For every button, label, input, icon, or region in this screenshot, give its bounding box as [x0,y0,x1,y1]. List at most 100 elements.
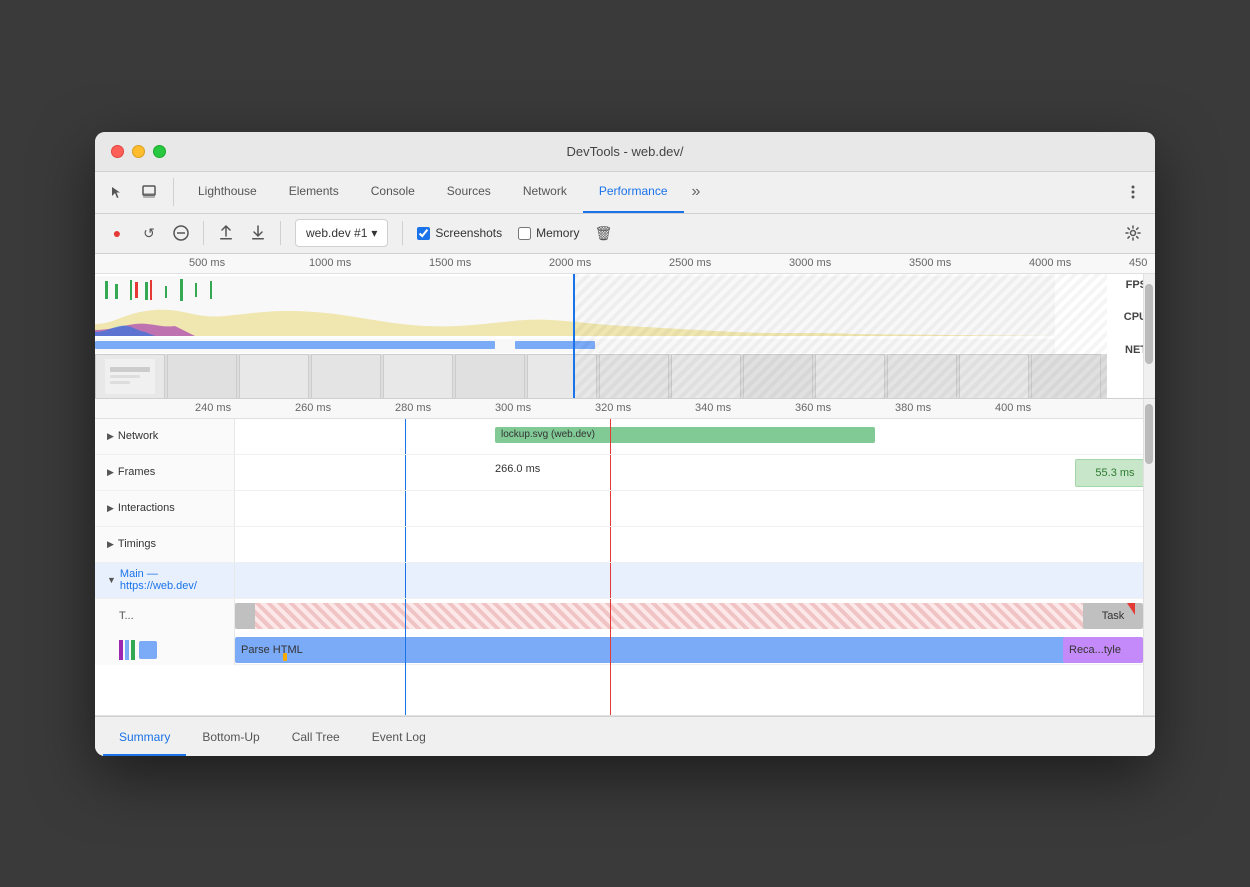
parse-html-content: Parse HTML Reca...tyle [235,633,1155,667]
clear-button[interactable] [167,219,195,247]
ruler-tick-3500: 3500 ms [905,254,951,273]
ruler-tick-500: 500 ms [185,254,225,273]
url-selector[interactable]: web.dev #1 ▾ [295,219,388,247]
flamechart-area: T... Task [95,599,1155,665]
separator-1 [203,221,204,245]
upload-button[interactable] [212,219,240,247]
frames-track-label[interactable]: ▶ Frames [95,455,235,490]
red-cursor-line [610,419,611,454]
frames-duration: 266.0 ms [495,463,540,475]
screenshots-strip [95,354,1107,399]
red-cursor-interactions [610,491,611,526]
detail-timeline: 240 ms 260 ms 280 ms 300 ms 320 ms 340 m… [95,399,1155,716]
detail-ruler: 240 ms 260 ms 280 ms 300 ms 320 ms 340 m… [95,399,1155,419]
settings-button[interactable] [1119,219,1147,247]
bottom-tabs: Summary Bottom-Up Call Tree Event Log [95,716,1155,756]
recalculate-style-bar[interactable]: Reca...tyle [1063,637,1143,663]
task-warning-triangle [1127,603,1135,615]
tab-elements[interactable]: Elements [273,172,355,213]
color-bar-blue [125,640,129,660]
tick-360: 360 ms [795,402,831,414]
controls-bar: ● ↺ web.dev #1 ▾ [95,214,1155,254]
detail-scrollbar[interactable] [1143,399,1155,715]
memory-checkbox-item[interactable]: Memory [518,226,579,240]
tab-lighthouse[interactable]: Lighthouse [182,172,273,213]
download-button[interactable] [244,219,272,247]
timeline-ruler: 500 ms 1000 ms 1500 ms 2000 ms 2500 ms 3… [95,254,1155,274]
tab-console[interactable]: Console [355,172,431,213]
frames-track-content: 266.0 ms 55.3 ms [235,455,1155,490]
blue-cursor-empty [405,665,406,715]
memory-checkbox[interactable] [518,227,531,240]
interactions-expand-icon[interactable]: ▶ [107,503,114,514]
dock-icon[interactable] [135,178,163,206]
cpu-chart [95,304,1055,336]
timings-track-content [235,527,1155,562]
blue-cursor-task [405,599,406,633]
network-track-content: lockup.svg (web.dev) [235,419,1155,454]
tick-400: 400 ms [995,402,1031,414]
color-bar-purple [119,640,123,660]
ruler-tick-1500: 1500 ms [425,254,471,273]
more-tabs-button[interactable]: » [684,183,709,201]
screenshots-checkbox-item[interactable]: Screenshots [417,226,502,240]
interactions-track-label[interactable]: ▶ Interactions [95,491,235,526]
record-button[interactable]: ● [103,219,131,247]
blue-cursor-interactions [405,491,406,526]
reload-button[interactable]: ↺ [135,219,163,247]
parse-html-bar[interactable]: Parse HTML [235,637,1095,663]
frames-expand-icon[interactable]: ▶ [107,467,114,478]
ruler-tick-2500: 2500 ms [665,254,711,273]
separator-2 [280,221,281,245]
main-thread-track: ▼ Main — https://web.dev/ [95,563,1155,599]
ruler-tick-2000: 2000 ms [545,254,591,273]
timings-expand-icon[interactable]: ▶ [107,539,114,550]
network-track-label[interactable]: ▶ Network [95,419,235,454]
task-row: T... Task [95,599,1155,633]
red-cursor-task [610,599,611,633]
parse-html-icon [139,641,157,659]
blue-cursor-main [405,563,406,598]
frames-track: ▶ Frames 266.0 ms 55.3 ms [95,455,1155,491]
devtools-window: DevTools - web.dev/ Lighthouse Elements [95,132,1155,756]
close-button[interactable] [111,145,124,158]
delete-recording-button[interactable]: 🗑 [589,219,617,247]
network-expand-icon[interactable]: ▶ [107,431,114,442]
scrollbar-thumb[interactable] [1145,284,1153,364]
timeline-overview[interactable]: 500 ms 1000 ms 1500 ms 2000 ms 2500 ms 3… [95,254,1155,399]
blue-cursor-timings [405,527,406,562]
overview-scrollbar[interactable] [1143,274,1155,398]
main-thread-expand-icon[interactable]: ▼ [107,575,116,585]
detail-scrollbar-thumb[interactable] [1145,404,1153,464]
dropdown-arrow-icon: ▾ [371,226,377,240]
color-bar-green [131,640,135,660]
cursor-icon[interactable] [103,178,131,206]
blue-cursor-parse [405,633,406,667]
tick-240: 240 ms [195,402,231,414]
task-bar-main[interactable] [235,603,1105,629]
screenshots-checkbox[interactable] [417,227,430,240]
blue-cursor-frames [405,455,406,490]
toolbar-icons [103,178,174,206]
red-cursor-main [610,563,611,598]
separator-3 [402,221,403,245]
more-options-icon[interactable] [1119,178,1147,206]
parse-html-indent [95,633,235,667]
tab-summary[interactable]: Summary [103,720,186,756]
network-bar[interactable]: lockup.svg (web.dev) [495,427,875,443]
interactions-track-content [235,491,1155,526]
tab-sources[interactable]: Sources [431,172,507,213]
main-thread-label[interactable]: ▼ Main — https://web.dev/ [95,563,235,598]
tab-network[interactable]: Network [507,172,583,213]
color-indicators [119,640,135,660]
minimize-button[interactable] [132,145,145,158]
blue-cursor-line [405,419,406,454]
tab-performance[interactable]: Performance [583,172,684,213]
tab-event-log[interactable]: Event Log [356,720,442,756]
timings-track-label[interactable]: ▶ Timings [95,527,235,562]
tab-bottom-up[interactable]: Bottom-Up [186,720,275,756]
tab-call-tree[interactable]: Call Tree [276,720,356,756]
fps-chart [95,276,1055,304]
red-cursor-timings [610,527,611,562]
maximize-button[interactable] [153,145,166,158]
